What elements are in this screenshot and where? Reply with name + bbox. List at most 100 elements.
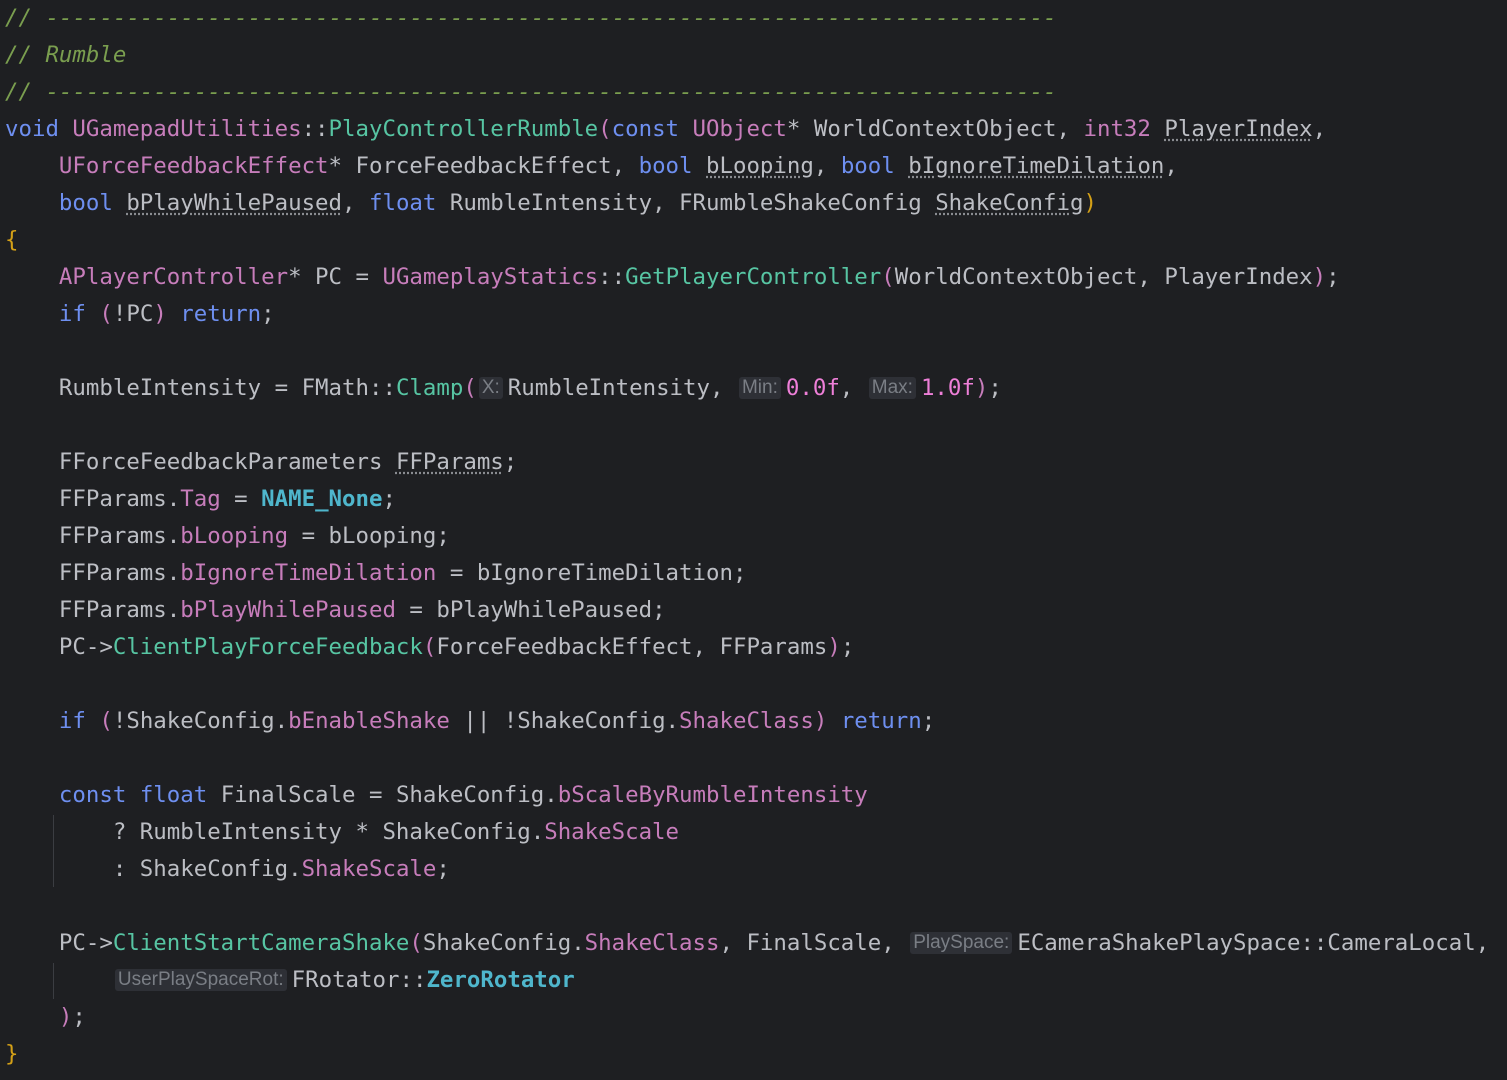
code-token: :: [368, 375, 396, 401]
code-line[interactable]: // Rumble [5, 37, 126, 74]
code-token: NAME_None [261, 486, 383, 512]
code-line[interactable]: UForceFeedbackEffect* ForceFeedbackEffec… [5, 148, 1178, 185]
code-token: ) [827, 634, 841, 660]
code-token: // -------------------------------------… [5, 79, 1057, 105]
code-line[interactable]: FFParams.Tag = NAME_None; [5, 481, 396, 518]
code-line[interactable]: } [5, 1036, 18, 1073]
code-token: FRotator [291, 967, 400, 993]
code-token: ( [409, 930, 423, 956]
code-line[interactable]: void UGamepadUtilities::PlayControllerRu… [5, 111, 1326, 148]
code-token: ; [840, 634, 855, 660]
code-token: :: [1300, 930, 1328, 956]
code-token: Clamp [395, 375, 464, 401]
code-token: // -------------------------------------… [5, 5, 1057, 31]
code-token: ) [58, 1004, 73, 1030]
code-token: return [180, 301, 262, 327]
code-token: ShakeClass [679, 708, 814, 734]
code-token: ShakeClass [584, 930, 720, 956]
code-line[interactable]: UserPlaySpaceRot: FRotator::ZeroRotator [5, 962, 575, 999]
code-token: void [5, 116, 59, 142]
code-token: : ShakeConfig. [5, 856, 302, 882]
code-line[interactable]: ); [5, 999, 86, 1036]
code-line[interactable]: RumbleIntensity = FMath::Clamp(X: RumbleI… [5, 370, 1002, 407]
code-line[interactable]: ? RumbleIntensity * ShakeConfig.ShakeSca… [5, 814, 679, 851]
code-token: Tag [180, 486, 221, 512]
code-line[interactable]: if (!ShakeConfig.bEnableShake || !ShakeC… [5, 703, 935, 740]
code-line[interactable]: FFParams.bPlayWhilePaused = bPlayWhilePa… [5, 592, 666, 629]
code-line[interactable]: FFParams.bLooping = bLooping; [5, 518, 450, 555]
code-token: FinalScale = ShakeConfig. [207, 782, 558, 808]
code-token: FRumbleShakeConfig [679, 190, 922, 216]
code-token: GetPlayerController [625, 264, 882, 290]
code-token: ( [463, 375, 477, 401]
code-line[interactable]: const float FinalScale = ShakeConfig.bSc… [5, 777, 868, 814]
code-token: if [58, 301, 86, 327]
code-editor[interactable]: // -------------------------------------… [0, 0, 1507, 1080]
code-token: int32 [1083, 116, 1151, 142]
code-token: } [5, 1041, 19, 1067]
code-line[interactable]: FFParams.bIgnoreTimeDilation = bIgnoreTi… [5, 555, 747, 592]
code-token: , [1312, 116, 1327, 142]
inlay-hint: UserPlaySpaceRot: [114, 969, 287, 991]
code-token: bScaleByRumbleIntensity [557, 782, 868, 808]
code-token: const [58, 782, 127, 808]
code-token: RumbleIntensity = [5, 375, 302, 401]
code-token: !PC [112, 301, 154, 327]
code-token: ForceFeedbackEffect, FFParams [436, 634, 828, 660]
code-token: CameraLocal [1327, 930, 1476, 956]
code-token: ClientStartCameraShake [112, 930, 410, 956]
code-token: bEnableShake [288, 708, 450, 734]
code-token: , [1164, 153, 1178, 179]
inlay-hint: Min: [738, 377, 781, 399]
code-token: ZeroRotator [426, 967, 575, 993]
code-token: PC-> [5, 930, 113, 956]
code-line[interactable]: // -------------------------------------… [5, 74, 1056, 111]
code-token: 1.0f [920, 375, 975, 401]
code-line[interactable]: PC->ClientStartCameraShake(ShakeConfig.S… [5, 925, 1489, 962]
code-token: ) [974, 375, 989, 401]
code-token: FFParams. [5, 597, 181, 623]
code-token: UGamepadUtilities [72, 116, 302, 142]
code-line[interactable]: { [5, 222, 18, 259]
code-line[interactable]: // -------------------------------------… [5, 0, 1056, 37]
code-token: return [840, 708, 922, 734]
code-token: ( [422, 634, 437, 660]
code-token: ) [153, 301, 167, 327]
code-token: = bPlayWhilePaused; [395, 597, 666, 623]
code-token: ECameraShakePlaySpace [1017, 930, 1301, 956]
code-line[interactable]: bool bPlayWhilePaused, float RumbleInten… [5, 185, 1097, 222]
code-line[interactable]: PC->ClientPlayForceFeedback(ForceFeedbac… [5, 629, 854, 666]
code-token: bIgnoreTimeDilation [180, 560, 437, 586]
code-token: FMath [301, 375, 369, 401]
code-token: FForceFeedbackParameters [58, 449, 383, 475]
code-line[interactable]: FForceFeedbackParameters FFParams; [5, 444, 517, 481]
code-token: :: [399, 967, 427, 993]
code-token: APlayerController [58, 264, 289, 290]
code-token: , [813, 153, 841, 179]
code-line[interactable]: if (!PC) return; [5, 296, 275, 333]
code-line[interactable]: : ShakeConfig.ShakeScale; [5, 851, 450, 888]
code-token: WorldContextObject, PlayerIndex [894, 264, 1313, 290]
code-line[interactable]: APlayerController* PC = UGameplayStatics… [5, 259, 1340, 296]
code-token: ) [1312, 264, 1327, 290]
code-token: RumbleIntensity, [436, 190, 680, 216]
code-token: bIgnoreTimeDilation [908, 153, 1165, 179]
code-token: ShakeScale [544, 819, 680, 845]
code-token: const [611, 116, 680, 142]
